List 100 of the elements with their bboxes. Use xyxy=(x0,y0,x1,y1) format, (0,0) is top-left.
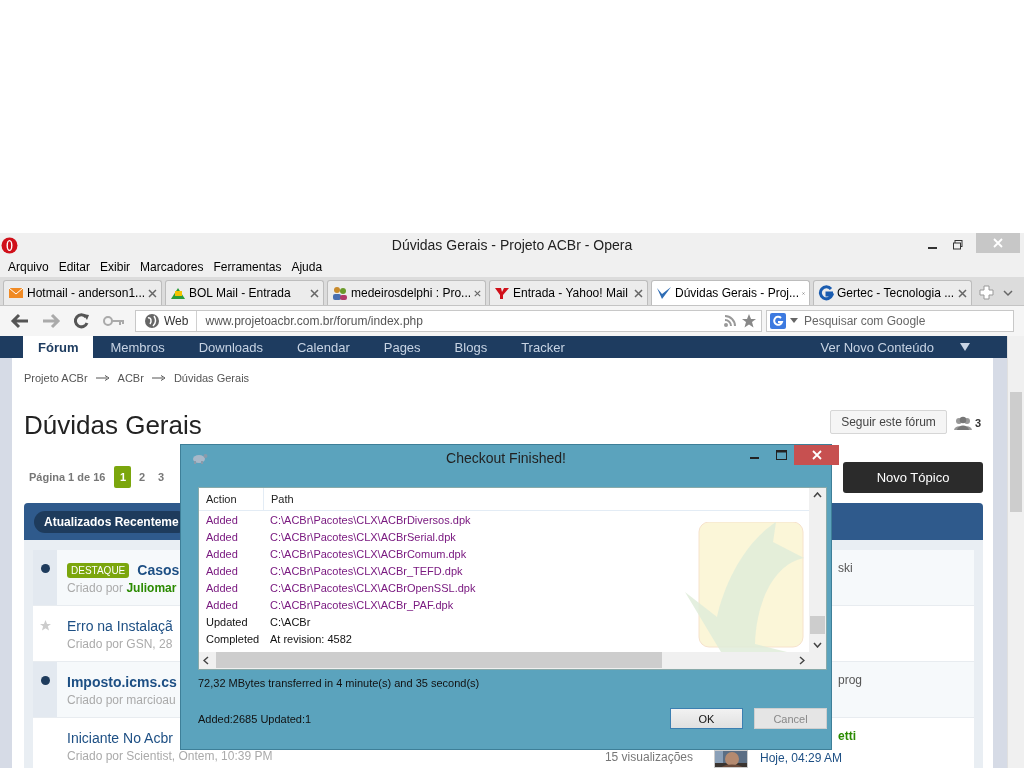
follow-button[interactable]: Seguir este fórum xyxy=(830,410,947,434)
star-icon[interactable] xyxy=(742,314,756,328)
nav-tab[interactable]: Membros xyxy=(93,336,182,358)
arrow-icon xyxy=(151,375,166,381)
logo-icon xyxy=(494,285,510,301)
nav-tab[interactable]: Pages xyxy=(366,336,438,358)
menu-item[interactable]: Editar xyxy=(53,260,96,274)
search-engine-icon[interactable] xyxy=(770,313,786,329)
view-count: 15 visualizações xyxy=(604,750,693,764)
menu-item[interactable]: Exibir xyxy=(95,260,136,274)
column-header[interactable]: Action xyxy=(199,488,264,510)
close-icon[interactable] xyxy=(148,288,157,298)
table-cell-text: C:\ACBr\Pacotes\CLX\ACBr_TEFD.dpk xyxy=(269,564,463,577)
last-post-time: Hoje, 04:29 AM xyxy=(760,751,844,765)
nav-tab[interactable]: Calendar xyxy=(279,336,367,358)
menu-item[interactable]: Ferramentas xyxy=(208,260,287,274)
nav-tab[interactable]: Fórum xyxy=(23,336,94,358)
close-icon[interactable] xyxy=(310,288,319,298)
topic-title-link[interactable]: Erro na Instalaçã xyxy=(67,618,173,634)
nav-tab[interactable]: Tracker xyxy=(504,336,582,358)
topic-title-link[interactable]: Iniciante No Acbr xyxy=(67,730,173,746)
page-link[interactable]: 3 xyxy=(152,466,170,488)
window-title: Dúvidas Gerais - Projeto ACBr - Opera xyxy=(391,237,633,253)
vertical-scrollbar[interactable] xyxy=(809,488,826,652)
last-poster-link[interactable]: prog xyxy=(838,673,863,687)
browser-tab[interactable]: BOL Mail - Entrada xyxy=(165,280,324,305)
scrollbar-thumb[interactable] xyxy=(1010,392,1022,512)
page-indicator: Página 1 de 16 xyxy=(29,471,106,483)
star-icon[interactable] xyxy=(39,620,51,631)
opera-logo-icon[interactable] xyxy=(1,236,18,254)
address-field[interactable]: Web www.projetoacbr.com.br/forum/index.php xyxy=(135,310,762,332)
featured-badge: DESTAQUE xyxy=(67,562,130,578)
browser-tab[interactable]: Entrada - Yahoo! Mail xyxy=(489,280,648,305)
maximize-icon[interactable] xyxy=(775,450,787,460)
browser-tab[interactable]: medeirosdelphi : Pro... xyxy=(327,280,486,305)
table-cell-text: Added xyxy=(205,598,239,611)
dialog-title: Checkout Finished! xyxy=(446,450,566,466)
breadcrumb-link[interactable]: Projeto ACBr xyxy=(24,372,88,384)
follower-count: 3 xyxy=(974,417,981,429)
table-cell-text: Added xyxy=(205,513,239,526)
column-header[interactable]: Path xyxy=(264,493,294,505)
topic-byline: Criado por GSN, 28 xyxy=(67,637,174,651)
menu-item[interactable]: Arquivo xyxy=(3,260,54,274)
reload-icon[interactable] xyxy=(72,312,92,330)
nav-tab[interactable]: Blogs xyxy=(437,336,505,358)
new-topic-button[interactable]: Novo Tópico xyxy=(843,461,983,493)
scrollbar[interactable] xyxy=(1007,336,1024,768)
arrow-icon xyxy=(95,375,110,381)
last-poster-link[interactable]: ski xyxy=(838,561,853,575)
close-icon[interactable] xyxy=(958,288,967,298)
nav-link[interactable]: Ver Novo Conteúdo xyxy=(802,336,952,358)
table-cell-text: C:\ACBr xyxy=(269,615,311,628)
close-icon[interactable] xyxy=(474,288,481,298)
nav-tab[interactable]: Downloads xyxy=(181,336,280,358)
ok-button[interactable]: OK xyxy=(670,708,743,729)
caret-icon[interactable] xyxy=(1003,289,1013,297)
caret-icon[interactable] xyxy=(960,342,970,352)
back-icon[interactable] xyxy=(10,312,30,330)
scrollbar-thumb[interactable] xyxy=(216,652,662,668)
logo-icon xyxy=(818,285,834,301)
table-cell-text: C:\ACBr\Pacotes\CLX\ACBrSerial.dpk xyxy=(269,530,456,543)
people-icon xyxy=(953,416,972,430)
close-button[interactable] xyxy=(794,445,839,465)
table-cell-text: Updated xyxy=(205,615,249,628)
browser-tab[interactable]: Gertec - Tecnologia ... xyxy=(813,280,972,305)
restore-icon[interactable] xyxy=(952,240,963,250)
scrollbar-thumb[interactable] xyxy=(810,616,825,634)
browser-tab[interactable]: Hotmail - anderson1... xyxy=(3,280,162,305)
table-cell-text: C:\ACBr\Pacotes\CLX\ACBrOpenSSL.dpk xyxy=(269,581,476,594)
menu-item[interactable]: Marcadores xyxy=(135,260,209,274)
globe-icon xyxy=(144,313,160,329)
page-title: Dúvidas Gerais xyxy=(24,411,202,439)
breadcrumb-link[interactable]: ACBr xyxy=(117,372,144,384)
topic-title-link[interactable]: Casos xyxy=(137,562,180,578)
scope-label: Web xyxy=(164,314,189,328)
horizontal-scrollbar[interactable] xyxy=(199,652,809,669)
breadcrumb-link[interactable]: Dúvidas Gerais xyxy=(173,372,250,384)
page-link[interactable]: 2 xyxy=(133,466,151,488)
caret-icon[interactable] xyxy=(790,318,798,324)
transfer-summary: 72,32 MBytes transferred in 4 minute(s) and 35 second(s) xyxy=(198,677,480,689)
people-icon xyxy=(332,285,348,301)
last-poster-link[interactable]: etti xyxy=(838,729,856,743)
change-counts: Added:2685 Updated:1 xyxy=(198,712,312,725)
table-cell-text: Added xyxy=(205,547,239,560)
table-cell-text: C:\ACBr\Pacotes\CLX\ACBrComum.dpk xyxy=(269,547,467,560)
search-field[interactable]: Pesquisar com Google xyxy=(766,310,1014,332)
menu-item[interactable]: Ajuda xyxy=(286,260,328,274)
topic-byline: Criado por Scientist, Ontem, 10:39 PM xyxy=(67,749,273,763)
unread-dot-icon xyxy=(40,676,50,685)
table-cell-text: Added xyxy=(205,581,239,594)
unread-dot-icon xyxy=(40,564,50,573)
table-cell-text: Completed xyxy=(205,632,261,645)
topic-byline: Criado por marcioau xyxy=(67,693,177,707)
topic-title-link[interactable]: Imposto.icms.cs xyxy=(67,674,177,690)
close-icon[interactable] xyxy=(634,288,643,298)
table-cell-text: C:\ACBr\Pacotes\CLX\ACBrDiversos.dpk xyxy=(269,513,471,526)
table-cell-text: C:\ACBr\Pacotes\CLX\ACBr_PAF.dpk xyxy=(269,598,454,611)
rss-icon[interactable] xyxy=(723,314,737,328)
table-cell-text: At revision: 4582 xyxy=(269,632,352,645)
browser-tab[interactable]: Dúvidas Gerais - Proj... xyxy=(651,280,810,305)
